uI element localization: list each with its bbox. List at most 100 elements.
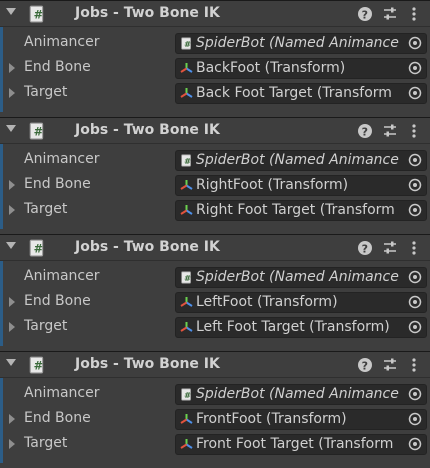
script-icon: # bbox=[180, 271, 193, 284]
transform-icon bbox=[180, 438, 193, 451]
property-label: Target bbox=[24, 435, 68, 451]
property-row-animancer: Animancer # SpiderBot (Named Animance bbox=[0, 265, 430, 290]
object-field[interactable]: FrontFoot (Transform) bbox=[175, 409, 427, 430]
svg-text:#: # bbox=[34, 9, 43, 22]
help-icon[interactable]: ? bbox=[357, 240, 373, 256]
component-title: Jobs - Two Bone IK bbox=[75, 356, 220, 372]
script-component-icon: # bbox=[28, 5, 46, 23]
component-header[interactable]: # Jobs - Two Bone IK ? bbox=[0, 351, 430, 378]
svg-text:#: # bbox=[34, 360, 43, 373]
transform-icon bbox=[180, 87, 193, 100]
script-icon: # bbox=[180, 388, 193, 401]
property-row-target: Target Front Foot Target (Transform bbox=[0, 432, 430, 457]
object-field[interactable]: Left Foot Target (Transform) bbox=[175, 317, 427, 338]
object-field[interactable]: # SpiderBot (Named Animance bbox=[175, 150, 427, 171]
object-field[interactable]: # SpiderBot (Named Animance bbox=[175, 33, 427, 54]
transform-icon bbox=[180, 62, 193, 75]
expand-arrow-icon[interactable] bbox=[9, 88, 15, 98]
more-options-icon[interactable] bbox=[406, 240, 422, 256]
object-picker-icon[interactable] bbox=[404, 59, 426, 78]
transform-icon bbox=[180, 296, 193, 309]
script-icon: # bbox=[180, 154, 193, 167]
object-field-value: Back Foot Target (Transform bbox=[196, 85, 392, 101]
property-row-animancer: Animancer # SpiderBot (Named Animance bbox=[0, 382, 430, 407]
object-picker-icon[interactable] bbox=[404, 385, 426, 404]
help-icon[interactable]: ? bbox=[357, 6, 373, 22]
svg-text:#: # bbox=[184, 273, 191, 283]
object-picker-icon[interactable] bbox=[404, 293, 426, 312]
object-picker-icon[interactable] bbox=[404, 84, 426, 103]
object-field[interactable]: Front Foot Target (Transform bbox=[175, 434, 427, 455]
component-header[interactable]: # Jobs - Two Bone IK ? bbox=[0, 0, 430, 27]
object-picker-icon[interactable] bbox=[404, 34, 426, 53]
expand-arrow-icon[interactable] bbox=[9, 414, 15, 424]
foldout-arrow-icon[interactable] bbox=[6, 125, 16, 132]
object-picker-icon[interactable] bbox=[404, 268, 426, 287]
presets-icon[interactable] bbox=[382, 357, 398, 373]
svg-text:#: # bbox=[34, 126, 43, 139]
object-picker-icon[interactable] bbox=[404, 176, 426, 195]
presets-icon[interactable] bbox=[382, 123, 398, 139]
component-title: Jobs - Two Bone IK bbox=[75, 239, 220, 255]
expand-arrow-icon[interactable] bbox=[9, 439, 15, 449]
property-row-end-bone: End Bone LeftFoot (Transform) bbox=[0, 290, 430, 315]
object-field[interactable]: RightFoot (Transform) bbox=[175, 175, 427, 196]
property-row-target: Target Left Foot Target (Transform) bbox=[0, 315, 430, 340]
object-picker-icon[interactable] bbox=[404, 201, 426, 220]
object-field[interactable]: Back Foot Target (Transform bbox=[175, 83, 427, 104]
object-field[interactable]: # SpiderBot (Named Animance bbox=[175, 384, 427, 405]
object-field-value: SpiderBot (Named Animance bbox=[196, 386, 399, 402]
object-field[interactable]: Right Foot Target (Transform bbox=[175, 200, 427, 221]
svg-text:?: ? bbox=[362, 126, 368, 139]
expand-arrow-icon[interactable] bbox=[9, 63, 15, 73]
more-options-icon[interactable] bbox=[406, 123, 422, 139]
svg-text:#: # bbox=[184, 390, 191, 400]
property-row-end-bone: End Bone RightFoot (Transform) bbox=[0, 173, 430, 198]
component-two-bone-ik: # Jobs - Two Bone IK ? Animancer # Spide… bbox=[0, 234, 430, 351]
component-header[interactable]: # Jobs - Two Bone IK ? bbox=[0, 234, 430, 261]
more-options-icon[interactable] bbox=[406, 6, 422, 22]
presets-icon[interactable] bbox=[382, 6, 398, 22]
transform-icon bbox=[180, 179, 193, 192]
property-label: Animancer bbox=[24, 151, 100, 167]
object-field-value: SpiderBot (Named Animance bbox=[196, 269, 399, 285]
expand-arrow-icon[interactable] bbox=[9, 205, 15, 215]
object-field-value: SpiderBot (Named Animance bbox=[196, 35, 399, 51]
foldout-arrow-icon[interactable] bbox=[6, 359, 16, 366]
help-icon[interactable]: ? bbox=[357, 123, 373, 139]
property-label: End Bone bbox=[24, 293, 91, 309]
property-label: Animancer bbox=[24, 268, 100, 284]
component-header[interactable]: # Jobs - Two Bone IK ? bbox=[0, 117, 430, 144]
property-label: Target bbox=[24, 318, 68, 334]
object-field-value: Front Foot Target (Transform bbox=[196, 436, 394, 452]
expand-arrow-icon[interactable] bbox=[9, 297, 15, 307]
svg-text:#: # bbox=[184, 156, 191, 166]
property-row-end-bone: End Bone FrontFoot (Transform) bbox=[0, 407, 430, 432]
object-field-value: Left Foot Target (Transform) bbox=[196, 319, 390, 335]
object-picker-icon[interactable] bbox=[404, 435, 426, 454]
script-component-icon: # bbox=[28, 122, 46, 140]
object-picker-icon[interactable] bbox=[404, 410, 426, 429]
object-field-value: BackFoot (Transform) bbox=[196, 60, 346, 76]
property-label: Target bbox=[24, 201, 68, 217]
foldout-arrow-icon[interactable] bbox=[6, 242, 16, 249]
object-field[interactable]: LeftFoot (Transform) bbox=[175, 292, 427, 313]
property-label: End Bone bbox=[24, 59, 91, 75]
foldout-arrow-icon[interactable] bbox=[6, 8, 16, 15]
object-picker-icon[interactable] bbox=[404, 151, 426, 170]
property-label: Animancer bbox=[24, 385, 100, 401]
expand-arrow-icon[interactable] bbox=[9, 180, 15, 190]
transform-icon bbox=[180, 413, 193, 426]
object-picker-icon[interactable] bbox=[404, 318, 426, 337]
presets-icon[interactable] bbox=[382, 240, 398, 256]
object-field[interactable]: BackFoot (Transform) bbox=[175, 58, 427, 79]
help-icon[interactable]: ? bbox=[357, 357, 373, 373]
expand-arrow-icon[interactable] bbox=[9, 322, 15, 332]
property-label: Target bbox=[24, 84, 68, 100]
script-component-icon: # bbox=[28, 239, 46, 257]
property-row-animancer: Animancer # SpiderBot (Named Animance bbox=[0, 148, 430, 173]
property-label: End Bone bbox=[24, 410, 91, 426]
component-two-bone-ik: # Jobs - Two Bone IK ? Animancer # Spide… bbox=[0, 0, 430, 117]
object-field[interactable]: # SpiderBot (Named Animance bbox=[175, 267, 427, 288]
more-options-icon[interactable] bbox=[406, 357, 422, 373]
